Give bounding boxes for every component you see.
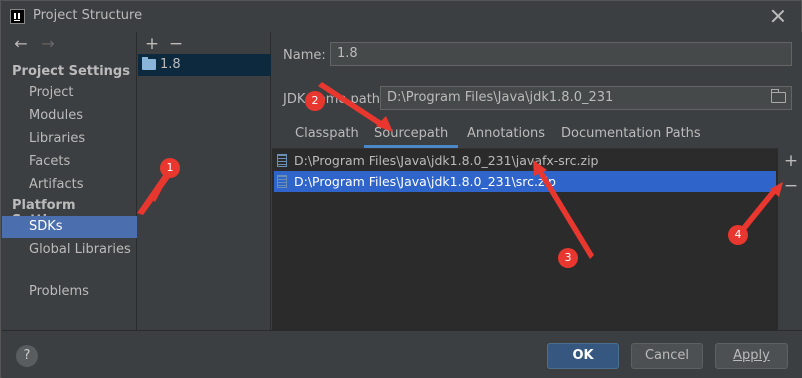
add-path-button[interactable]: + [782, 152, 800, 170]
cancel-button[interactable]: Cancel [631, 343, 703, 369]
tab-annotations[interactable]: Annotations [467, 122, 545, 148]
project-settings-heading: Project Settings [12, 64, 130, 79]
nav-item-modules[interactable]: Modules [2, 105, 137, 127]
nav-item-project[interactable]: Project [2, 82, 137, 104]
sdk-list-panel: + − 1.8 [138, 32, 271, 330]
remove-path-button[interactable]: − [782, 177, 800, 195]
nav-item-global-libraries[interactable]: Global Libraries [2, 239, 137, 261]
annotation-badge-1: 1 [160, 158, 180, 178]
tab-classpath[interactable]: Classpath [295, 122, 359, 148]
archive-icon [277, 175, 287, 188]
window-title: Project Structure [33, 8, 143, 23]
nav-item-artifacts[interactable]: Artifacts [2, 174, 137, 196]
intellij-logo-icon [10, 9, 25, 24]
archive-icon [277, 154, 287, 167]
add-sdk-button[interactable]: + [143, 35, 161, 53]
project-structure-dialog: Project Structure ← → Project Settings P… [0, 0, 802, 378]
nav-arrows: ← → [10, 34, 59, 56]
sdk-item-label: 1.8 [160, 57, 181, 72]
tab-sourcepath[interactable]: Sourcepath [364, 122, 459, 148]
back-arrow-icon[interactable]: ← [10, 34, 32, 53]
nav-item-libraries[interactable]: Libraries [2, 128, 137, 150]
browse-folder-icon[interactable] [770, 89, 786, 103]
sdk-detail-panel: Name: 1.8 JDK home path: D:\Program File… [272, 32, 802, 330]
jdk-home-label: JDK home path: [283, 92, 385, 107]
path-text: D:\Program Files\Java\jdk1.8.0_231\javaf… [294, 153, 599, 168]
name-label: Name: [283, 48, 326, 63]
annotation-badge-3: 3 [558, 248, 578, 268]
nav-item-sdks[interactable]: SDKs [2, 216, 137, 238]
help-button[interactable]: ? [16, 345, 38, 367]
annotation-badge-4: 4 [728, 225, 748, 245]
list-item[interactable]: D:\Program Files\Java\jdk1.8.0_231\src.z… [274, 171, 776, 192]
path-list-toolbar: + − [777, 148, 802, 330]
remove-sdk-button[interactable]: − [167, 35, 185, 53]
nav-item-facets[interactable]: Facets [2, 151, 137, 173]
jdk-home-input[interactable]: D:\Program Files\Java\jdk1.8.0_231 [380, 86, 792, 110]
settings-nav: ← → Project Settings Project Modules Lib… [2, 32, 137, 330]
apply-button-label: Apply [733, 348, 770, 363]
jdk-folder-icon [142, 57, 156, 70]
apply-button[interactable]: Apply [715, 343, 788, 369]
name-input[interactable]: 1.8 [330, 42, 792, 66]
tab-documentation-paths[interactable]: Documentation Paths [561, 122, 701, 148]
ok-button[interactable]: OK [547, 343, 619, 369]
list-item[interactable]: D:\Program Files\Java\jdk1.8.0_231\javaf… [274, 150, 776, 171]
forward-arrow-icon[interactable]: → [37, 34, 59, 53]
dialog-footer: ? OK Cancel Apply [2, 330, 802, 378]
title-bar: Project Structure [1, 1, 801, 32]
nav-item-problems[interactable]: Problems [2, 281, 137, 303]
path-text: D:\Program Files\Java\jdk1.8.0_231\src.z… [294, 174, 556, 189]
jdk-home-value: D:\Program Files\Java\jdk1.8.0_231 [387, 90, 614, 105]
sourcepath-list: D:\Program Files\Java\jdk1.8.0_231\javaf… [272, 148, 777, 330]
annotation-badge-2: 2 [305, 91, 325, 111]
sdk-list-item[interactable]: 1.8 [138, 54, 271, 76]
close-icon[interactable] [769, 7, 787, 25]
